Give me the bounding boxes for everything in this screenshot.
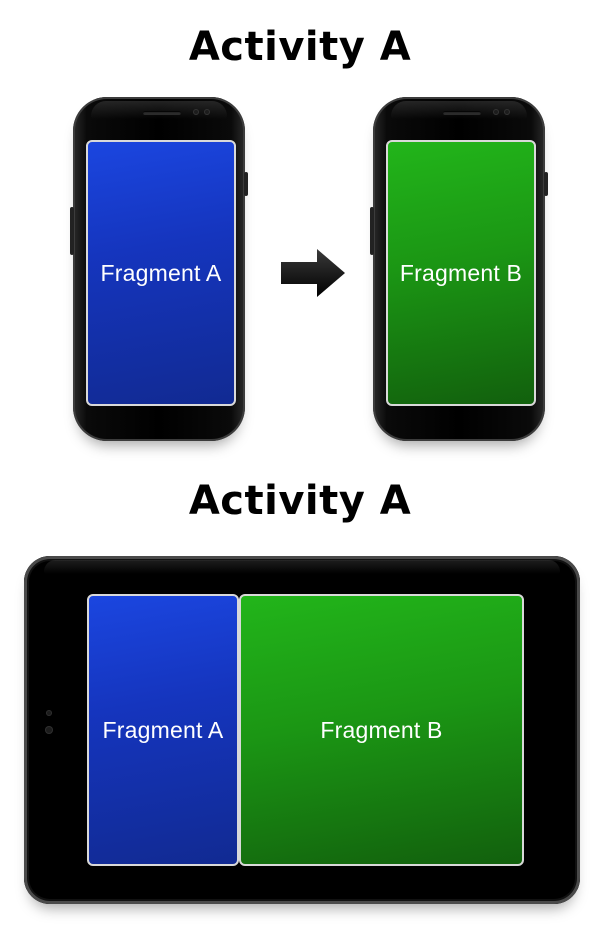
tablet-device: Fragment A Fragment B [24, 556, 580, 904]
fragment-a-label: Fragment A [100, 259, 222, 286]
phone-sensor-icon [493, 109, 499, 115]
tablet-fragment-a-pane: Fragment A [87, 594, 239, 866]
phone-speaker [143, 111, 181, 115]
phone-volume-button [370, 207, 374, 255]
phone-volume-button [70, 207, 74, 255]
phone-power-button [544, 172, 548, 196]
right-arrow-icon [281, 249, 345, 297]
fragment-a-screen: Fragment A [86, 140, 236, 406]
tablet-camera-icon [45, 726, 53, 734]
tablet-fragment-b-pane: Fragment B [239, 594, 524, 866]
title-activity-a-bottom: Activity A [188, 478, 412, 524]
phone-camera-icon [204, 109, 210, 115]
phone-device-left: Fragment A [70, 97, 248, 441]
phone-power-button [244, 172, 248, 196]
phone-device-right: Fragment B [370, 97, 548, 441]
phone-speaker [443, 111, 481, 115]
title-activity-a-top: Activity A [188, 24, 412, 70]
tablet-fragment-a-label: Fragment A [102, 716, 224, 743]
phone-sensor-icon [193, 109, 199, 115]
phone-camera-icon [504, 109, 510, 115]
tablet-sensor-icon [46, 710, 52, 716]
tablet-fragment-b-label: Fragment B [320, 716, 443, 743]
fragment-b-label: Fragment B [399, 259, 523, 286]
fragment-b-screen: Fragment B [386, 140, 536, 406]
